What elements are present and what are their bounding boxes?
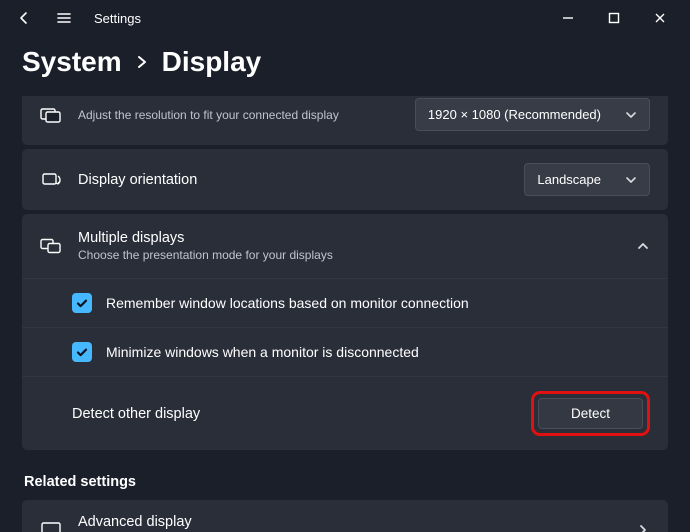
detect-display-row: Detect other display Detect	[22, 376, 668, 450]
multiple-displays-group: Multiple displays Choose the presentatio…	[22, 214, 668, 450]
remember-locations-checkbox[interactable]	[72, 293, 92, 313]
remember-locations-row[interactable]: Remember window locations based on monit…	[22, 278, 668, 327]
resolution-subtitle: Adjust the resolution to fit your connec…	[78, 108, 399, 122]
multiple-displays-icon	[40, 237, 62, 255]
orientation-title: Display orientation	[78, 172, 508, 188]
multiple-displays-header[interactable]: Multiple displays Choose the presentatio…	[22, 214, 668, 278]
app-title: Settings	[94, 11, 141, 26]
resolution-icon	[40, 104, 62, 126]
chevron-right-icon	[636, 523, 650, 532]
resolution-dropdown[interactable]: 1920 × 1080 (Recommended)	[415, 98, 650, 131]
related-settings-heading: Related settings	[22, 468, 668, 500]
detect-label: Detect other display	[72, 406, 531, 422]
chevron-right-icon	[136, 54, 148, 70]
back-button[interactable]	[8, 2, 40, 34]
breadcrumb-current: Display	[162, 46, 262, 78]
detect-highlight: Detect	[531, 391, 650, 436]
display-orientation-row[interactable]: Display orientation Landscape	[22, 149, 668, 210]
advanced-display-row[interactable]: Advanced display Display information, re…	[22, 500, 668, 532]
resolution-value: 1920 × 1080 (Recommended)	[428, 107, 601, 122]
minimize-disconnect-checkbox[interactable]	[72, 342, 92, 362]
orientation-icon	[40, 169, 62, 191]
chevron-up-icon[interactable]	[636, 239, 650, 253]
remember-locations-label: Remember window locations based on monit…	[106, 295, 469, 311]
chevron-down-icon	[625, 109, 637, 121]
orientation-value: Landscape	[537, 172, 601, 187]
advanced-display-title: Advanced display	[78, 514, 620, 530]
display-resolution-row[interactable]: Adjust the resolution to fit your connec…	[22, 96, 668, 145]
content-area: Adjust the resolution to fit your connec…	[0, 96, 690, 532]
minimize-button[interactable]	[554, 4, 582, 32]
close-button[interactable]	[646, 4, 674, 32]
breadcrumb-parent[interactable]: System	[22, 46, 122, 78]
maximize-button[interactable]	[600, 4, 628, 32]
detect-button[interactable]: Detect	[538, 398, 643, 429]
hamburger-icon[interactable]	[48, 2, 80, 34]
multiple-displays-subtitle: Choose the presentation mode for your di…	[78, 248, 620, 262]
multiple-displays-title: Multiple displays	[78, 230, 620, 246]
monitor-icon	[40, 519, 62, 532]
breadcrumb: System Display	[0, 36, 690, 96]
chevron-down-icon	[625, 174, 637, 186]
minimize-disconnect-row[interactable]: Minimize windows when a monitor is disco…	[22, 327, 668, 376]
titlebar: Settings	[0, 0, 690, 36]
minimize-disconnect-label: Minimize windows when a monitor is disco…	[106, 344, 419, 360]
orientation-dropdown[interactable]: Landscape	[524, 163, 650, 196]
